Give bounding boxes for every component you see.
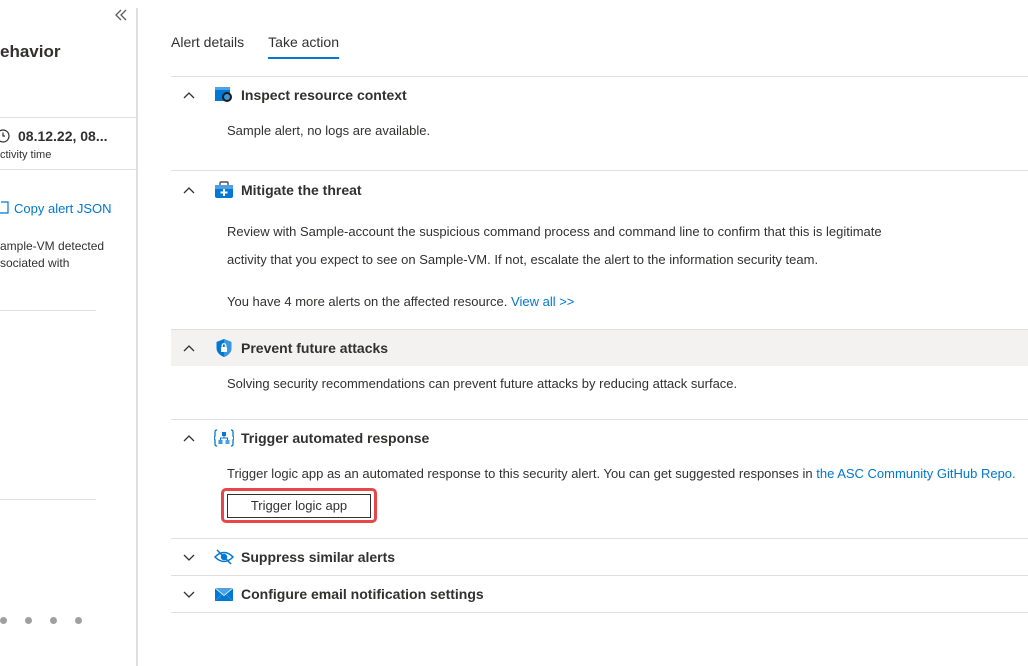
logic-app-icon (213, 428, 235, 448)
alert-description: ample-VM detected sociated with (0, 238, 136, 272)
section-title: Prevent future attacks (241, 340, 389, 356)
activity-time: 08.12.22, 08... (0, 128, 108, 144)
mitigate-text-line: activity that you expect to see on Sampl… (227, 252, 819, 267)
chevron-up-icon[interactable] (181, 182, 197, 198)
section-title: Trigger automated response (241, 430, 430, 446)
mitigate-threat-icon (214, 180, 234, 200)
section-mitigate-header[interactable]: Mitigate the threat (171, 172, 1028, 208)
divider (0, 310, 96, 311)
divider (0, 499, 96, 500)
timeline-dots (0, 611, 100, 629)
alert-title: ehavior (0, 42, 61, 61)
divider (171, 612, 1028, 613)
prevent-text: Solving security recommendations can pre… (227, 376, 738, 391)
section-trigger-header[interactable]: Trigger automated response (171, 420, 1028, 456)
panel-splitter[interactable] (136, 8, 138, 666)
mitigate-text-line: Review with Sample-account the suspiciou… (227, 224, 882, 239)
clock-icon (0, 129, 12, 143)
asc-community-github-link[interactable]: the ASC Community GitHub Repo. (816, 466, 1015, 481)
shield-lock-icon (214, 338, 234, 358)
trigger-logic-app-button[interactable]: Trigger logic app (227, 494, 371, 518)
tab-take-action[interactable]: Take action (268, 34, 339, 59)
email-icon (214, 584, 234, 604)
section-title: Configure email notification settings (241, 586, 484, 602)
inspect-text: Sample alert, no logs are available. (227, 123, 431, 138)
eye-hide-icon (213, 547, 235, 567)
trigger-text: Trigger logic app as an automated respon… (227, 466, 813, 481)
tab-alert-details[interactable]: Alert details (171, 34, 244, 57)
timeline-dot (25, 617, 32, 624)
more-alerts-row: You have 4 more alerts on the affected r… (227, 294, 574, 309)
timeline-dot (50, 617, 57, 624)
inspect-resource-icon (214, 85, 234, 105)
chevron-up-icon[interactable] (181, 340, 197, 356)
alert-description-line: sociated with (0, 256, 70, 270)
copy-icon (0, 201, 10, 215)
chevron-up-icon[interactable] (181, 87, 197, 103)
alert-description-line: ample-VM detected (0, 239, 105, 253)
view-all-link[interactable]: View all >> (511, 294, 574, 309)
timeline-dot (0, 617, 7, 624)
section-email-header[interactable]: Configure email notification settings (171, 576, 1028, 612)
divider (0, 169, 136, 170)
section-title: Mitigate the threat (241, 182, 362, 198)
chevron-up-icon[interactable] (181, 430, 197, 446)
section-title: Inspect resource context (241, 87, 407, 103)
copy-alert-json-label: Copy alert JSON (14, 201, 112, 216)
activity-time-value: 08.12.22, 08... (18, 128, 108, 144)
activity-time-label: ctivity time (0, 149, 52, 161)
chevron-down-icon[interactable] (181, 586, 197, 602)
more-alerts-text: You have 4 more alerts on the affected r… (227, 294, 508, 309)
alert-summary-panel: ehavior 08.12.22, 08... ctivity time Cop… (0, 0, 136, 666)
section-inspect-header[interactable]: Inspect resource context (171, 77, 1028, 113)
chevron-down-icon[interactable] (181, 549, 197, 565)
tab-bar: Alert details Take action (171, 34, 363, 59)
section-title: Suppress similar alerts (241, 549, 396, 565)
trigger-text-row: Trigger logic app as an automated respon… (227, 466, 1016, 481)
collapse-panel-icon[interactable] (113, 7, 131, 25)
section-prevent-header[interactable]: Prevent future attacks (171, 330, 1028, 366)
divider (171, 170, 1028, 171)
divider (0, 117, 136, 118)
timeline-dot (75, 617, 82, 624)
section-suppress-header[interactable]: Suppress similar alerts (171, 539, 1028, 575)
copy-alert-json-link[interactable]: Copy alert JSON (0, 201, 112, 216)
